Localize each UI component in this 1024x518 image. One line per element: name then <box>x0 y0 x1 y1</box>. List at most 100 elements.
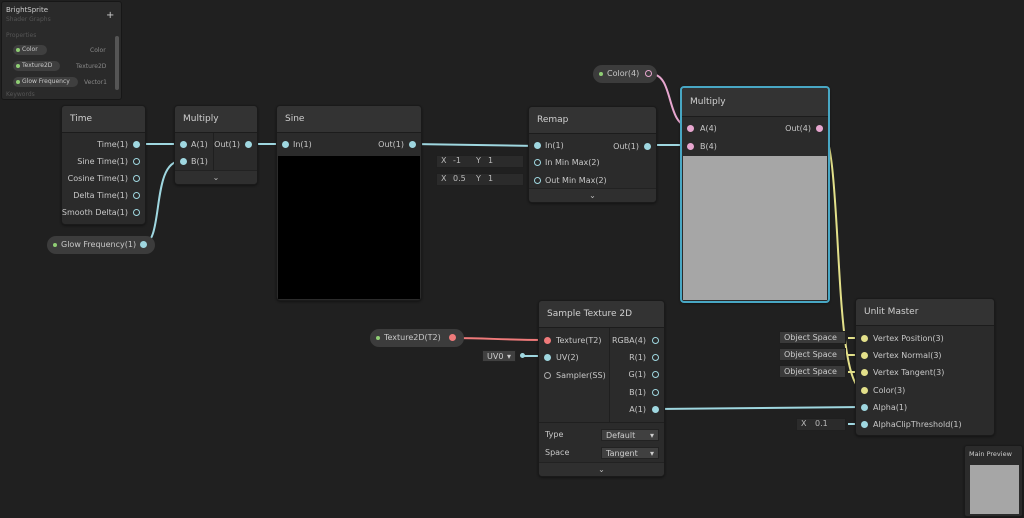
remap-node[interactable]: Remap In(1) In Min Max(2) Out Min Max(2)… <box>528 106 657 203</box>
sample-space-label: Space <box>545 448 570 457</box>
sine-node[interactable]: Sine In(1) Out(1) <box>276 105 422 301</box>
texture-property-out-port[interactable] <box>449 334 456 341</box>
remap-in-label: In(1) <box>545 141 564 150</box>
remap-in-port[interactable] <box>534 142 541 149</box>
multiply-2-out-port[interactable] <box>816 125 823 132</box>
sample-uv-port[interactable] <box>544 354 551 361</box>
sine-in-port[interactable] <box>282 141 289 148</box>
multiply-2-out-label: Out(4) <box>785 124 811 133</box>
multiply-2-b-port[interactable] <box>687 143 694 150</box>
main-preview-panel[interactable]: Main Preview <box>964 445 1023 517</box>
sample-type-label: Type <box>545 430 564 439</box>
sample-rgba-port[interactable] <box>652 337 659 344</box>
smooth-delta-out-port[interactable] <box>133 209 140 216</box>
remap-out-port[interactable] <box>644 143 651 150</box>
vertex-normal-port[interactable] <box>861 352 868 359</box>
color-property-out-port[interactable] <box>645 70 652 77</box>
add-property-icon[interactable]: + <box>106 10 114 21</box>
remap-outminmax-port[interactable] <box>534 177 541 184</box>
multiply-1-title: Multiply <box>175 106 257 133</box>
blackboard-title: BrightSprite <box>6 6 49 14</box>
multiply-1-a-label: A(1) <box>191 140 208 149</box>
vertex-normal-label: Vertex Normal(3) <box>873 351 942 360</box>
sample-a-port[interactable] <box>652 406 659 413</box>
blackboard-subtitle: Shader Graphs <box>6 16 51 23</box>
sample-texture-port[interactable] <box>544 337 551 344</box>
vertex-tangent-port[interactable] <box>861 369 868 376</box>
multiply-node-2[interactable]: Multiply A(4) B(4) Out(4) <box>680 86 830 303</box>
texture-property-label: Texture2D(T2) <box>384 333 441 342</box>
delta-time-out-port[interactable] <box>133 192 140 199</box>
remap-expand-button[interactable]: ⌄ <box>529 188 656 202</box>
remap-title: Remap <box>529 107 656 134</box>
blackboard-panel[interactable]: BrightSprite Shader Graphs + Properties … <box>1 1 122 100</box>
cosine-time-port-label: Cosine Time(1) <box>67 174 128 183</box>
sample-g-port[interactable] <box>652 371 659 378</box>
glow-property-out-port[interactable] <box>140 241 147 248</box>
time-out-port[interactable] <box>133 141 140 148</box>
multiply-node-1[interactable]: Multiply A(1) B(1) Out(1) ⌄ <box>174 105 258 185</box>
remap-out-label: Out(1) <box>613 142 639 151</box>
sample-g-label: G(1) <box>628 370 646 379</box>
multiply-1-expand-button[interactable]: ⌄ <box>175 170 257 184</box>
alpha-clip-port[interactable] <box>861 421 868 428</box>
sample-r-label: R(1) <box>629 353 646 362</box>
multiply-1-b-port[interactable] <box>180 158 187 165</box>
alpha-clip-x-label: X <box>801 419 807 428</box>
color-label: Color(3) <box>873 386 906 395</box>
multiply-2-title: Multiply <box>682 88 828 117</box>
sine-time-out-port[interactable] <box>133 158 140 165</box>
sample-sampler-label: Sampler(SS) <box>556 371 606 380</box>
sample-b-port[interactable] <box>652 389 659 396</box>
multiply-1-out-label: Out(1) <box>214 140 240 149</box>
blackboard-section-properties: Properties <box>6 32 37 39</box>
sample-texture-2d-node[interactable]: Sample Texture 2D Texture(T2) UV(2) Samp… <box>538 300 665 477</box>
sample-expand-button[interactable]: ⌄ <box>539 462 664 476</box>
uv-dropdown-out-port[interactable] <box>520 353 525 358</box>
multiply-2-a-port[interactable] <box>687 125 694 132</box>
time-node[interactable]: Time Time(1) Sine Time(1) Cosine Time(1)… <box>61 105 146 225</box>
texture2d-property-node[interactable]: Texture2D(T2) <box>370 329 464 347</box>
color-property-label: Color(4) <box>607 69 640 78</box>
vertex-tangent-label: Vertex Tangent(3) <box>873 368 945 377</box>
remap-outminmax-x-value[interactable]: 0.5 <box>453 174 466 183</box>
uv-channel-dropdown[interactable]: UV0 <box>482 350 516 362</box>
remap-outminmax-y-value[interactable]: 1 <box>488 174 493 183</box>
cosine-time-out-port[interactable] <box>133 175 140 182</box>
blackboard-prop-texture[interactable]: Texture2D <box>13 61 60 71</box>
sine-in-label: In(1) <box>293 140 312 149</box>
sine-out-port[interactable] <box>409 141 416 148</box>
color-property-node[interactable]: Color(4) <box>593 65 657 83</box>
vertex-position-port[interactable] <box>861 335 868 342</box>
sample-r-port[interactable] <box>652 354 659 361</box>
glow-frequency-property-node[interactable]: Glow Frequency(1) <box>47 236 155 254</box>
vertex-position-space-field[interactable]: Object Space <box>779 331 846 344</box>
sample-a-label: A(1) <box>629 405 646 414</box>
alpha-clip-value[interactable]: 0.1 <box>815 419 828 428</box>
blackboard-section-keywords: Keywords <box>6 91 35 98</box>
sample-type-dropdown[interactable]: Default <box>601 429 659 441</box>
multiply-1-a-port[interactable] <box>180 141 187 148</box>
color-port[interactable] <box>861 387 868 394</box>
blackboard-scrollbar[interactable] <box>115 36 119 90</box>
remap-inminmax-y-value[interactable]: 1 <box>488 156 493 165</box>
remap-outminmax-x-label: X <box>441 174 447 183</box>
multiply-1-b-label: B(1) <box>191 157 208 166</box>
glow-property-label: Glow Frequency(1) <box>61 240 137 249</box>
blackboard-prop-glow[interactable]: Glow Frequency <box>13 77 78 87</box>
blackboard-prop-texture-type: Texture2D <box>76 63 107 70</box>
multiply-1-out-port[interactable] <box>245 141 252 148</box>
unlit-master-node[interactable]: Unlit Master Vertex Position(3) Vertex N… <box>855 298 995 436</box>
remap-inminmax-port[interactable] <box>534 159 541 166</box>
sample-b-label: B(1) <box>629 388 646 397</box>
sine-out-label: Out(1) <box>378 140 404 149</box>
multiply-2-a-label: A(4) <box>700 124 717 133</box>
remap-inminmax-x-value[interactable]: -1 <box>453 156 461 165</box>
vertex-tangent-space-field[interactable]: Object Space <box>779 365 846 378</box>
alpha-port[interactable] <box>861 404 868 411</box>
sample-sampler-port[interactable] <box>544 372 551 379</box>
sample-space-dropdown[interactable]: Tangent <box>601 447 659 459</box>
vertex-normal-space-field[interactable]: Object Space <box>779 348 846 361</box>
blackboard-prop-color[interactable]: Color <box>13 45 47 55</box>
remap-outminmax-label: Out Min Max(2) <box>545 176 607 185</box>
